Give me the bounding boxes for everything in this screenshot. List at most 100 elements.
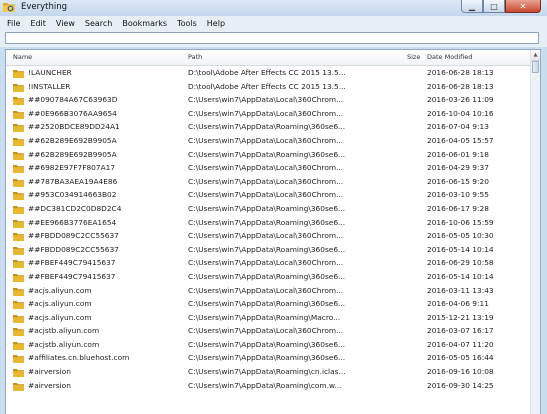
window-controls: ▁ □ ✕ bbox=[461, 0, 541, 14]
item-path: C:\Users\win7\AppData\Local\360Chrom... bbox=[188, 176, 344, 186]
list-item[interactable]: ##FBDD089C2CC55637 C:\Users\win7\AppData\… bbox=[6, 229, 533, 243]
list-item[interactable]: !INSTALLER D:\tool\Adobe After Effects CC… bbox=[6, 80, 533, 94]
column-header-path[interactable]: Path bbox=[188, 53, 202, 61]
list-item[interactable]: #airversion C:\Users\win7\AppData\Roaming… bbox=[6, 365, 533, 379]
item-name: ##FBDD089C2CC55637 bbox=[28, 231, 119, 241]
item-path: C:\Users\win7\AppData\Local\360Chrom... bbox=[188, 135, 344, 145]
folder-icon bbox=[13, 192, 24, 201]
list-item[interactable]: #acjstb.aliyun.com C:\Users\win7\AppData\… bbox=[6, 338, 533, 352]
folder-icon bbox=[13, 219, 24, 228]
list-item[interactable]: #acjs.aliyun.com C:\Users\win7\AppData\Lo… bbox=[6, 284, 533, 298]
folder-icon bbox=[13, 137, 24, 146]
item-path: C:\Users\win7\AppData\Roaming\Macro... bbox=[188, 312, 341, 322]
minimize-button[interactable]: ▁ bbox=[461, 0, 483, 13]
item-date-modified: 2016-03-07 16:17 bbox=[427, 326, 494, 336]
item-date-modified: 2016-04-07 11:20 bbox=[427, 339, 494, 349]
list-item[interactable]: ##2520BDCE89DD24A1 C:\Users\win7\AppData\… bbox=[6, 120, 533, 134]
menu-file[interactable]: File bbox=[0, 19, 25, 28]
folder-icon bbox=[13, 273, 24, 282]
search-input[interactable] bbox=[5, 32, 539, 44]
list-item[interactable]: #affiliates.cn.bluehost.com C:\Users\win7… bbox=[6, 351, 533, 365]
list-header: Name Path Size Date Modified bbox=[6, 50, 533, 66]
column-header-date-modified[interactable]: Date Modified bbox=[427, 53, 472, 61]
list-item[interactable]: !LAUNCHER D:\tool\Adobe After Effects CC … bbox=[6, 66, 533, 80]
scroll-up-button[interactable]: ▲ bbox=[531, 50, 540, 61]
item-path: D:\tool\Adobe After Effects CC 2015 13.5… bbox=[188, 81, 346, 91]
close-button[interactable]: ✕ bbox=[505, 0, 541, 13]
vertical-scrollbar[interactable]: ▲ bbox=[530, 50, 540, 414]
search-bar bbox=[0, 30, 547, 47]
item-path: C:\Users\win7\AppData\Roaming\360se6... bbox=[188, 149, 346, 159]
list-item[interactable]: #airversion C:\Users\win7\AppData\Roaming… bbox=[6, 379, 533, 393]
list-item[interactable]: #acjs.aliyun.com C:\Users\win7\AppData\Ro… bbox=[6, 311, 533, 325]
item-path: C:\Users\win7\AppData\Local\360Chrom... bbox=[188, 190, 344, 200]
list-item[interactable]: ##DC381CD2C0D8D2C4 C:\Users\win7\AppData\… bbox=[6, 202, 533, 216]
item-path: C:\Users\win7\AppData\Local\360Chrom... bbox=[188, 231, 344, 241]
menu-search[interactable]: Search bbox=[80, 19, 117, 28]
column-header-size[interactable]: Size bbox=[407, 53, 420, 61]
item-name: ##787BA3AEA19A4E86 bbox=[28, 176, 118, 186]
maximize-icon: □ bbox=[490, 1, 498, 11]
list-item[interactable]: ##6982E97F7F807A17 C:\Users\win7\AppData\… bbox=[6, 161, 533, 175]
item-name: #acjs.aliyun.com bbox=[28, 285, 92, 295]
item-date-modified: 2016-03-26 11:09 bbox=[427, 95, 494, 105]
menu-help[interactable]: Help bbox=[202, 19, 230, 28]
minimize-icon: ▁ bbox=[468, 1, 476, 11]
item-name: ##2520BDCE89DD24A1 bbox=[28, 122, 120, 132]
list-item[interactable]: ##62B289E692B9905A C:\Users\win7\AppData\… bbox=[6, 134, 533, 148]
menu-bookmarks[interactable]: Bookmarks bbox=[117, 19, 172, 28]
item-date-modified: 2016-03-11 13:43 bbox=[427, 285, 494, 295]
column-header-name[interactable]: Name bbox=[13, 53, 32, 61]
list-item[interactable]: ##090784A67C63963D C:\Users\win7\AppData\… bbox=[6, 93, 533, 107]
results-list: Name Path Size Date Modified !LAUNCHER D:… bbox=[5, 49, 541, 414]
results-rows: !LAUNCHER D:\tool\Adobe After Effects CC … bbox=[6, 66, 533, 392]
folder-icon bbox=[13, 260, 24, 269]
title-bar: Everything ▁ □ ✕ bbox=[0, 0, 547, 16]
list-item[interactable]: #acjstb.aliyun.com C:\Users\win7\AppData\… bbox=[6, 324, 533, 338]
folder-icon bbox=[13, 151, 24, 160]
item-path: C:\Users\win7\AppData\Local\360Chrom... bbox=[188, 258, 344, 268]
item-date-modified: 2016-04-05 15:57 bbox=[427, 135, 494, 145]
item-date-modified: 2016-06-28 18:13 bbox=[427, 81, 494, 91]
everything-app-icon bbox=[3, 3, 15, 12]
item-date-modified: 2016-06-28 18:13 bbox=[427, 68, 494, 77]
item-path: C:\Users\win7\AppData\Roaming\360se6... bbox=[188, 353, 346, 363]
item-path: C:\Users\win7\AppData\Local\360Chrom... bbox=[188, 95, 344, 105]
item-name: #acjs.aliyun.com bbox=[28, 299, 92, 309]
maximize-button[interactable]: □ bbox=[483, 0, 505, 13]
folder-icon bbox=[13, 165, 24, 174]
item-path: C:\Users\win7\AppData\Local\360Chrom... bbox=[188, 163, 344, 173]
item-path: C:\Users\win7\AppData\Roaming\cn.iclas..… bbox=[188, 367, 346, 377]
list-item[interactable]: ##FBEF449C79415637 C:\Users\win7\AppData\… bbox=[6, 256, 533, 270]
list-item[interactable]: ##FBDD089C2CC55637 C:\Users\win7\AppData\… bbox=[6, 243, 533, 257]
folder-icon bbox=[13, 97, 24, 106]
scroll-thumb[interactable] bbox=[532, 61, 539, 73]
folder-icon bbox=[13, 301, 24, 310]
list-item[interactable]: #acjs.aliyun.com C:\Users\win7\AppData\Ro… bbox=[6, 297, 533, 311]
item-date-modified: 2016-05-14 10:14 bbox=[427, 244, 494, 254]
item-path: C:\Users\win7\AppData\Local\360Chrom... bbox=[188, 326, 344, 336]
item-path: C:\Users\win7\AppData\Roaming\360se6... bbox=[188, 299, 346, 309]
item-name: ##62B289E692B9905A bbox=[28, 149, 117, 159]
item-name: ##FBEF449C79415637 bbox=[28, 258, 116, 268]
menu-tools[interactable]: Tools bbox=[172, 19, 202, 28]
menu-view[interactable]: View bbox=[51, 19, 80, 28]
list-item[interactable]: ##62B289E692B9905A C:\Users\win7\AppData\… bbox=[6, 148, 533, 162]
item-path: C:\Users\win7\AppData\Roaming\360se6... bbox=[188, 122, 346, 132]
window-title: Everything bbox=[21, 2, 68, 12]
folder-icon bbox=[13, 355, 24, 364]
menu-edit[interactable]: Edit bbox=[25, 19, 51, 28]
item-path: C:\Users\win7\AppData\Roaming\360se6... bbox=[188, 217, 346, 227]
list-item[interactable]: ##787BA3AEA19A4E86 C:\Users\win7\AppData\… bbox=[6, 175, 533, 189]
scroll-up-arrow-icon: ▲ bbox=[533, 52, 538, 58]
folder-icon bbox=[13, 178, 24, 187]
list-item[interactable]: ##0E966B3076AA9654 C:\Users\win7\AppData\… bbox=[6, 107, 533, 121]
list-item[interactable]: ##EE966B3776EA1654 C:\Users\win7\AppData\… bbox=[6, 216, 533, 230]
item-path: C:\Users\win7\AppData\Roaming\360se6... bbox=[188, 244, 346, 254]
folder-icon bbox=[13, 382, 24, 391]
folder-icon bbox=[13, 233, 24, 242]
list-item[interactable]: ##FBEF449C79415637 C:\Users\win7\AppData\… bbox=[6, 270, 533, 284]
item-date-modified: 2016-06-17 9:28 bbox=[427, 203, 489, 213]
close-icon: ✕ bbox=[519, 1, 527, 11]
list-item[interactable]: ##953C034914663B02 C:\Users\win7\AppData\… bbox=[6, 188, 533, 202]
